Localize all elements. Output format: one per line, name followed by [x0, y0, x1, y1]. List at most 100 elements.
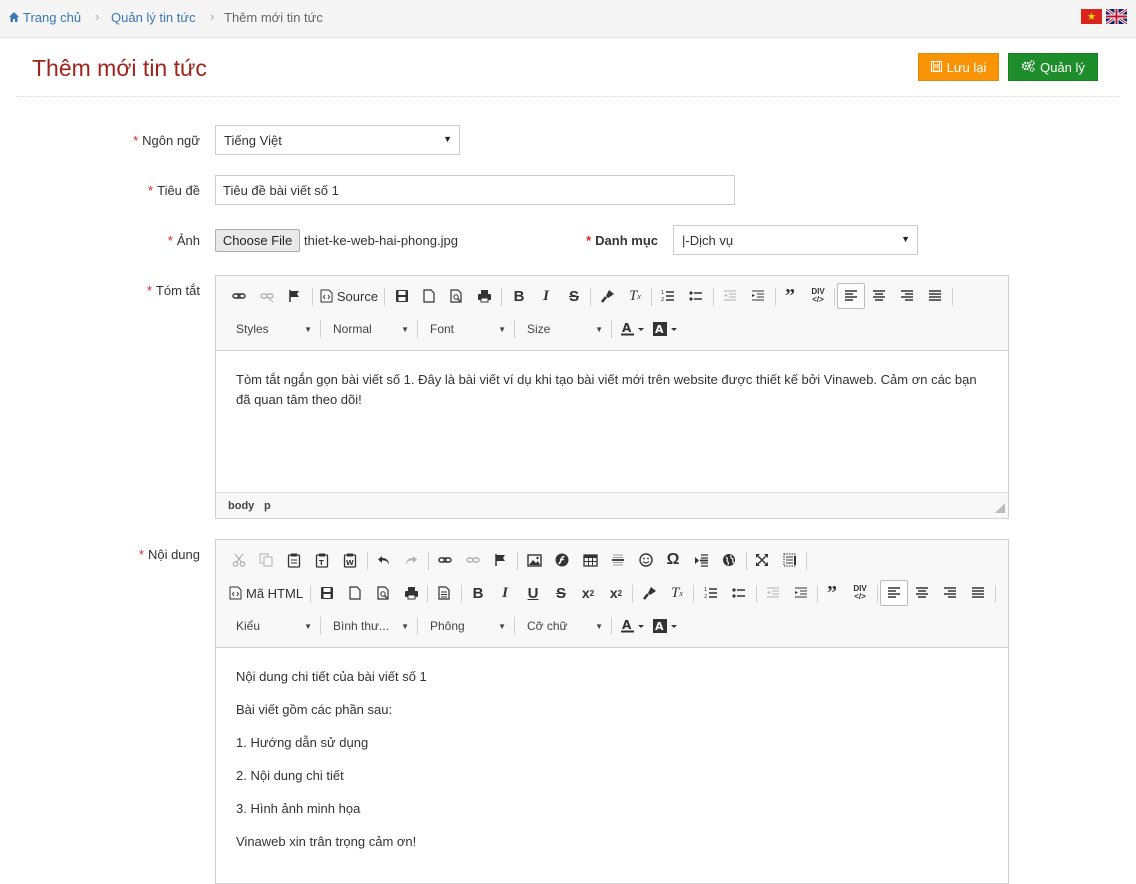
div-container-icon[interactable]: DIV </>	[807, 284, 829, 308]
save-icon[interactable]	[316, 581, 338, 605]
strikethrough-icon[interactable]: S	[563, 284, 585, 308]
bold-icon[interactable]: B	[508, 284, 530, 308]
size-combo[interactable]: Size ▼	[527, 318, 605, 340]
iframe-globe-icon[interactable]	[718, 548, 740, 572]
bullet-list-icon[interactable]	[728, 581, 750, 605]
show-blocks-icon[interactable]	[779, 548, 801, 572]
link-icon[interactable]	[434, 548, 456, 572]
redo-icon[interactable]	[400, 548, 422, 572]
caret-down-icon: ▼	[595, 622, 603, 631]
strikethrough-icon[interactable]: S	[550, 581, 572, 605]
align-left-icon[interactable]	[880, 580, 908, 606]
source-button[interactable]: Source	[318, 284, 380, 308]
font-combo[interactable]: Font ▼	[430, 318, 508, 340]
horizontal-line-icon[interactable]	[607, 548, 629, 572]
paste-icon[interactable]	[283, 548, 305, 572]
maximize-icon[interactable]	[751, 548, 773, 572]
breadcrumb-manage[interactable]: Quản lý tin tức	[111, 10, 196, 25]
bullet-list-icon[interactable]	[685, 284, 707, 308]
caret-down-icon: ▼	[498, 325, 506, 334]
print-icon[interactable]	[400, 581, 422, 605]
anchor-flag-icon[interactable]	[283, 284, 305, 308]
align-justify-icon[interactable]	[924, 284, 946, 308]
remove-format-icon[interactable]: Tx	[624, 284, 646, 308]
undo-icon[interactable]	[373, 548, 395, 572]
vietnam-flag-icon[interactable]	[1081, 9, 1102, 24]
language-select-value: Tiếng Việt	[224, 132, 282, 148]
align-left-icon[interactable]	[837, 283, 865, 309]
blockquote-icon[interactable]: ”	[821, 581, 843, 605]
align-center-icon[interactable]	[911, 581, 933, 605]
new-page-icon[interactable]	[344, 581, 366, 605]
paste-word-icon[interactable]: W	[339, 548, 361, 572]
align-justify-icon[interactable]	[967, 581, 989, 605]
styles-combo[interactable]: Styles ▼	[236, 318, 314, 340]
outdent-icon[interactable]	[719, 284, 741, 308]
numbered-list-icon[interactable]: 12	[657, 284, 679, 308]
preview-icon[interactable]	[372, 581, 394, 605]
html-source-button[interactable]: Mã HTML	[229, 581, 307, 605]
title-input[interactable]: Tiêu đề bài viết số 1	[215, 175, 735, 205]
flash-icon[interactable]	[551, 548, 573, 572]
format-combo[interactable]: Normal ▼	[333, 318, 411, 340]
copy-format-icon[interactable]	[638, 581, 660, 605]
italic-icon[interactable]: I	[494, 581, 516, 605]
style-combo[interactable]: Kiểu ▼	[236, 615, 314, 637]
format-combo[interactable]: Bình thư... ▼	[333, 615, 411, 637]
uk-flag-icon[interactable]	[1105, 7, 1128, 26]
choose-file-button[interactable]: Choose File	[215, 229, 300, 252]
remove-format-icon[interactable]: Tx	[666, 581, 688, 605]
copy-format-icon[interactable]	[596, 284, 618, 308]
summary-status-bar: body p	[216, 492, 1008, 518]
background-color-icon[interactable]: A	[651, 614, 681, 638]
align-right-icon[interactable]	[939, 581, 961, 605]
manage-button[interactable]: Quản lý	[1008, 53, 1098, 81]
underline-icon[interactable]: U	[522, 581, 544, 605]
italic-icon[interactable]: I	[535, 284, 557, 308]
size-combo[interactable]: Cỡ chữ ▼	[527, 615, 605, 637]
font-combo[interactable]: Phông ▼	[430, 615, 508, 637]
link-icon[interactable]	[228, 284, 250, 308]
image-icon[interactable]	[523, 548, 545, 572]
paste-text-icon[interactable]: T	[311, 548, 333, 572]
preview-icon[interactable]	[445, 284, 467, 308]
blockquote-icon[interactable]: ”	[779, 284, 801, 308]
templates-icon[interactable]	[433, 581, 455, 605]
category-select[interactable]: |-Dịch vụ ▼	[673, 225, 918, 255]
align-right-icon[interactable]	[896, 284, 918, 308]
summary-content[interactable]: Tòm tắt ngắn gọn bài viết số 1. Đây là b…	[216, 370, 1008, 470]
indent-icon[interactable]	[790, 581, 812, 605]
smiley-icon[interactable]	[635, 548, 657, 572]
unlink-icon[interactable]	[256, 284, 278, 308]
copy-icon[interactable]	[255, 548, 277, 572]
caret-down-icon: ▼	[304, 325, 312, 334]
numbered-list-icon[interactable]: 12	[700, 581, 722, 605]
print-icon[interactable]	[473, 284, 495, 308]
breadcrumb-home[interactable]: Trang chủ	[23, 10, 81, 25]
save-icon	[930, 60, 942, 75]
language-select[interactable]: Tiếng Việt ▼	[215, 125, 460, 155]
text-color-icon[interactable]: A	[618, 317, 648, 341]
special-char-icon[interactable]: Ω	[662, 548, 684, 572]
new-page-icon[interactable]	[418, 284, 440, 308]
text-color-icon[interactable]: A	[618, 614, 648, 638]
background-color-icon[interactable]: A	[651, 317, 681, 341]
indent-icon[interactable]	[747, 284, 769, 308]
cut-icon[interactable]	[228, 548, 250, 572]
div-container-icon[interactable]: DIV </>	[849, 581, 871, 605]
subscript-icon[interactable]: x2	[577, 581, 599, 605]
outdent-icon[interactable]	[762, 581, 784, 605]
align-center-icon[interactable]	[868, 284, 890, 308]
anchor-flag-icon[interactable]	[489, 548, 511, 572]
save-icon[interactable]	[391, 284, 413, 308]
page-break-icon[interactable]	[690, 548, 712, 572]
unlink-icon[interactable]	[462, 548, 484, 572]
path-body[interactable]: body	[228, 500, 254, 512]
path-p[interactable]: p	[264, 500, 271, 512]
save-button[interactable]: Lưu lại	[918, 53, 999, 81]
superscript-icon[interactable]: x2	[605, 581, 627, 605]
resize-handle-icon[interactable]	[995, 503, 1005, 516]
table-icon[interactable]	[579, 548, 601, 572]
bold-icon[interactable]: B	[467, 581, 489, 605]
home-icon[interactable]	[8, 11, 20, 26]
